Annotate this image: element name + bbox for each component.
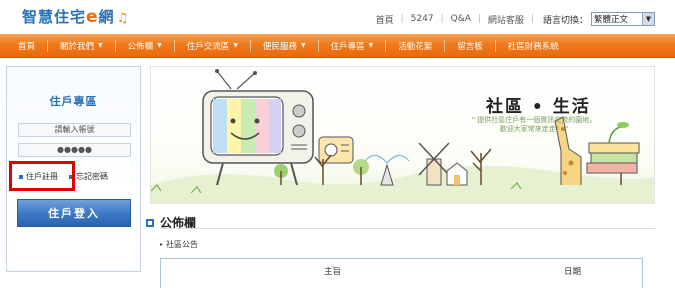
banner-subtitle: " 提供社區住戶有一個資訊交流的園地， 歡迎大家常來走走！ " bbox=[469, 116, 599, 134]
highlight-box bbox=[9, 161, 75, 191]
top-link-support[interactable]: 網站客服 bbox=[488, 13, 524, 26]
site-logo[interactable]: 智慧住宅e網 ♫ bbox=[22, 6, 129, 27]
chevron-down-icon: ▼ bbox=[642, 13, 654, 25]
panel-title: 住戶專區 bbox=[49, 95, 98, 108]
resident-login-panel: 住戶專區 請輸入帳號 ●●●●● 住戶註冊 忘記密碼 住戶登入 bbox=[6, 66, 141, 272]
nav-label: 活動花絮 bbox=[398, 41, 433, 52]
nav-label: 首頁 bbox=[18, 41, 36, 52]
divider bbox=[160, 228, 655, 229]
nav-divider bbox=[494, 39, 496, 52]
nav-item-about[interactable]: 關於我們 ▼ bbox=[60, 34, 103, 58]
banner-illustration bbox=[151, 69, 654, 203]
language-label: 語言切換： bbox=[542, 15, 588, 26]
divider: | bbox=[477, 14, 481, 24]
nav-item-home[interactable]: 首頁 bbox=[18, 34, 35, 58]
nav-label: 社區財務系統 bbox=[507, 41, 559, 52]
nav-item-events[interactable]: 活動花絮 bbox=[398, 34, 432, 58]
nav-item-resident[interactable]: 住戶專區 ▼ bbox=[331, 34, 374, 58]
nav-label: 便民服務 bbox=[262, 41, 297, 52]
nav-divider bbox=[114, 39, 116, 52]
bulletin-sub-item[interactable]: ▸ 社區公告 bbox=[160, 239, 198, 250]
nav-label: 公佈欄 bbox=[127, 41, 154, 52]
column-header-subject: 主旨 bbox=[324, 267, 342, 277]
nav-label: 住戶交流區 bbox=[186, 41, 230, 52]
chevron-down-icon: ▼ bbox=[233, 42, 238, 49]
language-select-value: 繁體正文 bbox=[594, 15, 629, 25]
nav-divider bbox=[173, 39, 175, 52]
banner-image: 社區 • 生活 " 提供社區住戶有一個資訊交流的園地， 歡迎大家常來走走！ " bbox=[150, 66, 655, 204]
nav-item-bulletin[interactable]: 公佈欄 ▼ bbox=[128, 34, 162, 58]
language-select[interactable]: 繁體正文 ▼ bbox=[591, 12, 655, 26]
music-note-icon: ♫ bbox=[116, 11, 130, 26]
chevron-down-icon: ▼ bbox=[368, 42, 374, 49]
nav-label: 關於我們 bbox=[60, 41, 95, 52]
announcement-table: 主旨 日期 bbox=[160, 258, 643, 288]
top-link-5247[interactable]: 5247 bbox=[411, 14, 434, 24]
divider: | bbox=[440, 14, 444, 24]
banner-subtitle-line: 歡迎大家常來走走！ " bbox=[499, 125, 569, 133]
nav-item-finance[interactable]: 社區財務系統 bbox=[508, 34, 559, 58]
logo-text-main: 智慧住宅 bbox=[22, 8, 87, 26]
logo-text-tail: 網 bbox=[98, 8, 115, 26]
nav-label: 住戶專區 bbox=[330, 41, 365, 52]
top-links: 首頁 | 5247 | Q&A | 網站客服 | 語言切換： 繁體正文 ▼ bbox=[376, 12, 655, 26]
nav-divider bbox=[385, 39, 387, 52]
nav-divider bbox=[249, 39, 251, 52]
nav-divider bbox=[317, 39, 319, 52]
triangle-bullet-icon: ▸ bbox=[160, 241, 164, 248]
banner-title: 社區 • 生活 bbox=[486, 97, 591, 117]
divider: | bbox=[400, 14, 404, 24]
top-link-home[interactable]: 首頁 bbox=[376, 13, 394, 26]
column-header-date: 日期 bbox=[564, 267, 582, 277]
nav-divider bbox=[444, 39, 446, 52]
chevron-down-icon: ▼ bbox=[157, 42, 162, 49]
password-input[interactable]: ●●●●● bbox=[18, 143, 131, 157]
banner-subtitle-line: " 提供社區住戶有一個資訊交流的園地， bbox=[471, 116, 597, 124]
divider: | bbox=[530, 14, 534, 24]
chevron-down-icon: ▼ bbox=[300, 42, 306, 49]
main-nav: 首頁 關於我們 ▼ 公佈欄 ▼ 住戶交流區 ▼ 便民服務 ▼ 住戶專區 ▼ 活動花絮 留言… bbox=[0, 34, 675, 58]
nav-divider bbox=[47, 39, 49, 52]
square-outline-icon bbox=[146, 218, 154, 227]
nav-item-guestbook[interactable]: 留言板 bbox=[457, 34, 483, 58]
nav-label: 留言板 bbox=[457, 41, 483, 52]
nav-item-services[interactable]: 便民服務 ▼ bbox=[263, 34, 306, 58]
login-button[interactable]: 住戶登入 bbox=[17, 199, 131, 227]
chevron-down-icon: ▼ bbox=[98, 42, 103, 49]
nav-item-exchange[interactable]: 住戶交流區 ▼ bbox=[187, 34, 238, 58]
site-header: 智慧住宅e網 ♫ 首頁 | 5247 | Q&A | 網站客服 | 語言切換： 繁… bbox=[0, 0, 675, 34]
account-input[interactable]: 請輸入帳號 bbox=[18, 123, 131, 137]
logo-text-e: e bbox=[86, 7, 99, 27]
top-link-qa[interactable]: Q&A bbox=[451, 14, 471, 24]
forgot-label: 忘記密碼 bbox=[76, 172, 108, 181]
bulletin-sub-item-label: 社區公告 bbox=[166, 240, 199, 249]
